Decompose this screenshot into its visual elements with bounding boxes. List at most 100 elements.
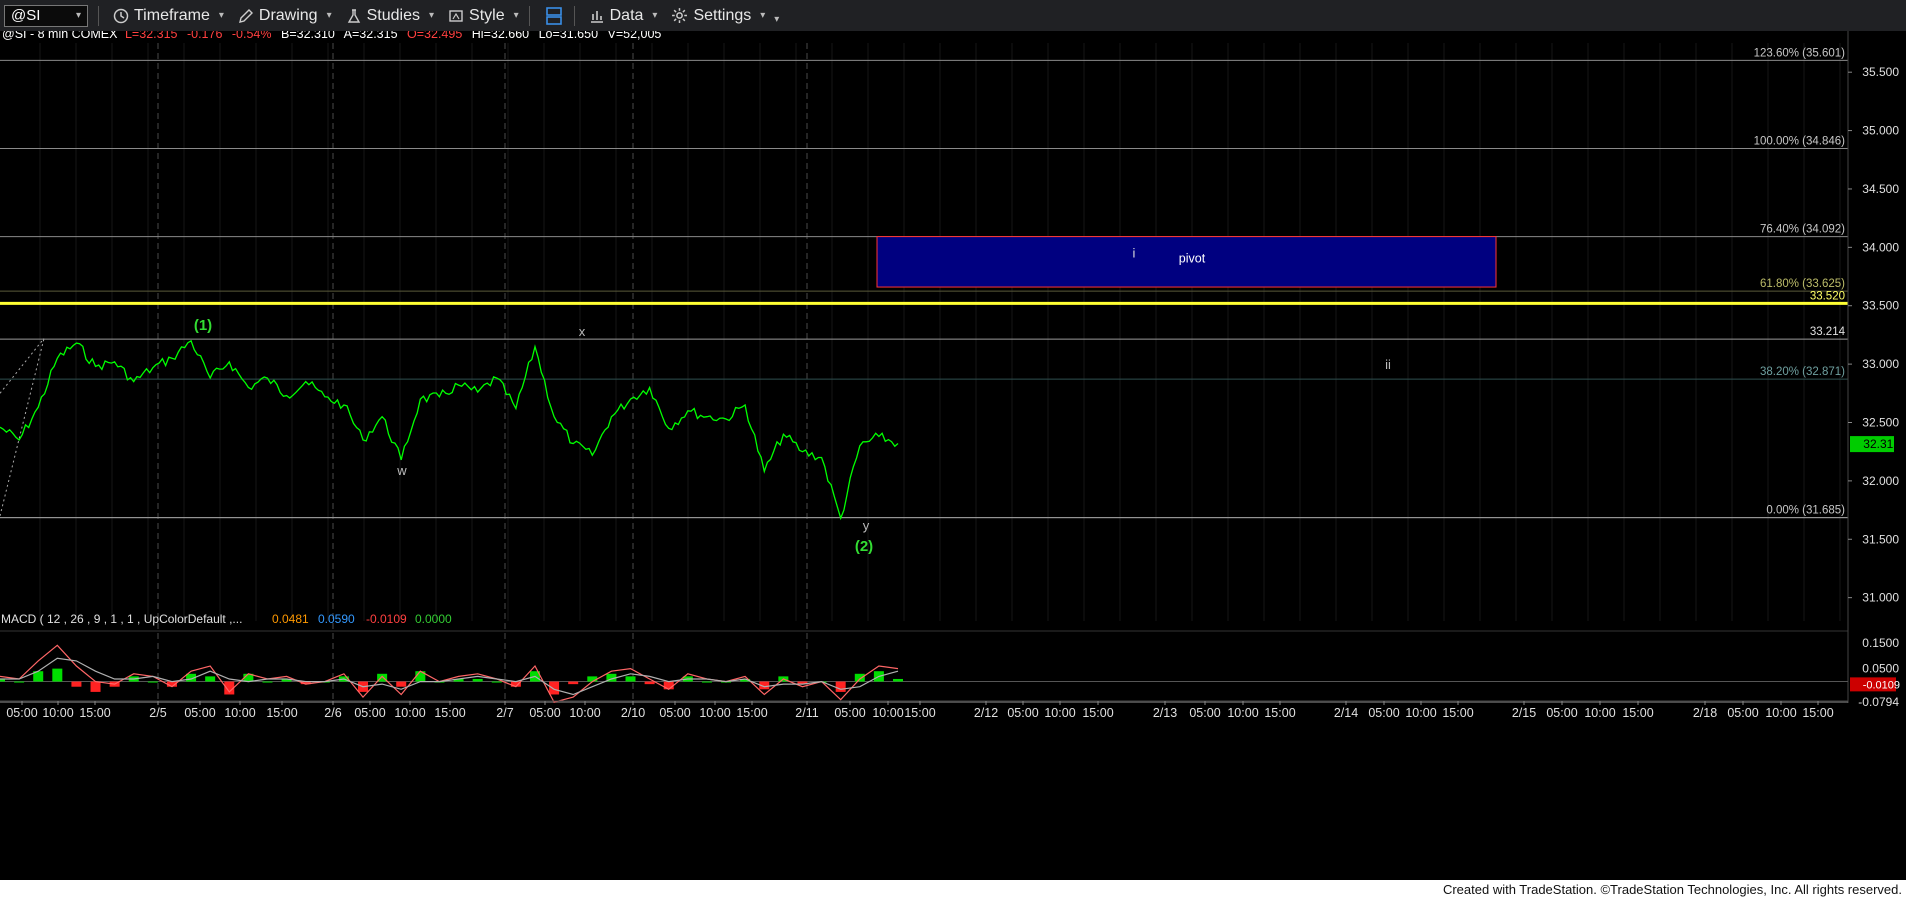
style-icon	[448, 8, 464, 24]
style-menu[interactable]: Style ▾	[448, 7, 519, 25]
x-tick-label: 10:00	[1227, 706, 1258, 720]
x-tick-label: 05:00	[529, 706, 560, 720]
toolbar-divider	[573, 5, 575, 26]
y-tick-label: 31.000	[1862, 591, 1899, 605]
price-chart[interactable]: @SI - 8 min COMEX L=32.315 -0.176 -0.54%…	[0, 31, 1906, 880]
macd-histogram-bar	[701, 681, 712, 683]
settings-menu[interactable]: Settings ▾ ▾	[671, 6, 779, 25]
chevron-down-icon: ▾	[760, 10, 766, 21]
x-tick-label: 2/14	[1334, 706, 1358, 720]
panels-icon	[544, 6, 564, 26]
chevron-down-icon: ▾	[218, 10, 224, 21]
chevron-down-icon: ▾	[652, 10, 658, 21]
macd-histogram-bar	[625, 676, 636, 682]
x-tick-label: 10:00	[1765, 706, 1796, 720]
x-tick-label: 10:00	[394, 706, 425, 720]
x-tick-label: 15:00	[1622, 706, 1653, 720]
y-tick-label: 33.000	[1862, 357, 1899, 371]
drawing-label: Drawing	[258, 6, 318, 24]
flask-icon	[346, 8, 362, 24]
x-tick-label: 10:00	[1584, 706, 1615, 720]
drawing-menu[interactable]: Drawing ▾	[238, 7, 332, 25]
macd-histogram-bar	[147, 681, 158, 683]
pivot-label: pivot	[1179, 252, 1206, 266]
x-tick-label: 15:00	[79, 706, 110, 720]
macd-histogram-bar	[549, 681, 560, 695]
studies-menu[interactable]: Studies ▾	[346, 7, 434, 25]
macd-tick-label: 0.1500	[1862, 636, 1899, 650]
symbol-input[interactable]: @SI ▾	[4, 4, 88, 27]
fib-label: 123.60% (35.601)	[1754, 47, 1846, 59]
macd-histogram-bar	[663, 681, 674, 690]
x-tick-label: 10:00	[872, 706, 903, 720]
macd-histogram-bar	[472, 678, 483, 682]
x-tick-label: 2/18	[1693, 706, 1717, 720]
x-tick-label: 05:00	[1189, 706, 1220, 720]
x-tick-label: 15:00	[1264, 706, 1295, 720]
volume-text: V=52,005	[608, 31, 662, 41]
toolbar-divider	[528, 5, 530, 26]
y-tick-label: 34.000	[1862, 240, 1899, 254]
x-tick-label: 15:00	[266, 706, 297, 720]
fib-label: 100.00% (34.846)	[1754, 136, 1846, 148]
timeframe-menu[interactable]: Timeframe ▾	[113, 7, 224, 25]
change-text: -0.176	[187, 31, 222, 41]
x-tick-label: 05:00	[354, 706, 385, 720]
macd-value: 0.0481	[272, 612, 309, 626]
macd-current-label: -0.0109	[1863, 679, 1900, 691]
x-tick-label: 10:00	[1044, 706, 1075, 720]
y-tick-label: 32.000	[1862, 474, 1899, 488]
x-tick-label: 05:00	[659, 706, 690, 720]
x-tick-label: 15:00	[1442, 706, 1473, 720]
level-label: 33.520	[1810, 290, 1845, 302]
macd-histogram-bar	[205, 676, 216, 682]
clock-icon	[113, 8, 129, 24]
macd-tick-label: 0.0500	[1862, 662, 1899, 676]
chart-title: @SI - 8 min COMEX	[2, 31, 118, 41]
macd-tick-label: -0.0794	[1858, 695, 1899, 709]
macd-histogram-bar	[90, 681, 101, 692]
y-tick-label: 35.500	[1862, 65, 1899, 79]
wave-label: (1)	[194, 317, 212, 334]
x-tick-label: 15:00	[736, 706, 767, 720]
toolbar: @SI ▾ Timeframe ▾ Drawing ▾ Studies ▾ St…	[0, 0, 1906, 32]
fib-label: 76.40% (34.092)	[1760, 224, 1845, 236]
x-tick-label: 15:00	[904, 706, 935, 720]
studies-label: Studies	[366, 6, 420, 24]
panels-button[interactable]	[544, 6, 564, 26]
y-tick-label: 33.500	[1862, 299, 1899, 313]
x-tick-label: 05:00	[1727, 706, 1758, 720]
x-tick-label: 2/5	[149, 706, 166, 720]
y-tick-label: 34.500	[1862, 182, 1899, 196]
x-tick-label: 05:00	[184, 706, 215, 720]
macd-histogram-bar	[262, 681, 273, 683]
pencil-icon	[238, 8, 254, 24]
wave-label: (2)	[855, 538, 873, 555]
macd-histogram-bar	[587, 676, 598, 682]
y-tick-label: 32.500	[1862, 415, 1899, 429]
macd-value: -0.0109	[366, 612, 407, 626]
chevron-down-icon: ▾	[75, 10, 81, 21]
macd-histogram-bar	[893, 678, 903, 682]
open-text: O=32.495	[407, 31, 462, 41]
y-tick-label: 31.500	[1862, 532, 1899, 546]
timeframe-label: Timeframe	[134, 6, 210, 24]
last-price-text: L=32.315	[125, 31, 178, 41]
macd-histogram-bar	[835, 681, 846, 692]
low-text: Lo=31.650	[539, 31, 598, 41]
x-tick-label: 05:00	[1007, 706, 1038, 720]
x-tick-label: 2/7	[496, 706, 513, 720]
settings-label: Settings	[693, 6, 752, 24]
macd-histogram-bar	[14, 681, 25, 683]
x-tick-label: 10:00	[42, 706, 73, 720]
x-tick-label: 15:00	[1802, 706, 1833, 720]
wave-i-label: i	[1133, 246, 1136, 261]
fib-label: 61.80% (33.625)	[1760, 278, 1845, 290]
bid-text: B=32.310	[281, 31, 335, 41]
macd-histogram-bar	[568, 681, 579, 685]
macd-histogram-bar	[71, 681, 82, 687]
x-tick-label: 10:00	[699, 706, 730, 720]
x-tick-label: 05:00	[834, 706, 865, 720]
wave-label: ii	[1385, 357, 1391, 372]
data-menu[interactable]: Data ▾	[589, 7, 658, 25]
